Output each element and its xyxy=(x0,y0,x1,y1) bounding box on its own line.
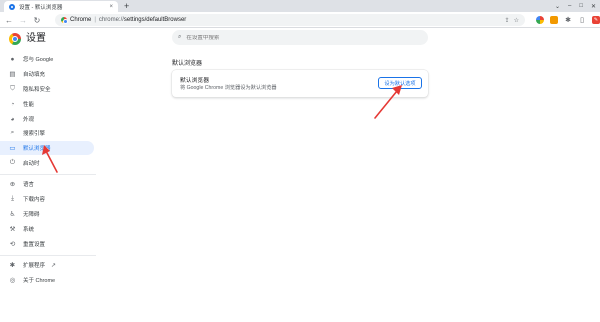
site-label: Chrome xyxy=(70,17,92,23)
sidebar-item-performance[interactable]: ◔ 性能 xyxy=(0,97,94,111)
url-scheme: chrome:// xyxy=(98,17,124,23)
external-link-icon: ↗ xyxy=(51,262,57,269)
maximize-icon[interactable]: □ xyxy=(579,3,583,9)
sidebar-item-label: 外观 xyxy=(23,117,35,123)
search-icon: ⌕ xyxy=(178,34,182,40)
sidebar-item-you-and-google[interactable]: ● 您与 Google xyxy=(0,52,94,66)
search-icon: ⌕ xyxy=(10,129,15,136)
close-window-icon[interactable]: ✕ xyxy=(591,3,596,10)
card-subtitle: 将 Google Chrome 浏览器设为默认浏览器 xyxy=(180,85,277,91)
download-icon: ⤓ xyxy=(11,195,14,202)
sidebar-item-label: 重置设置 xyxy=(23,242,46,248)
chrome-logo-icon xyxy=(9,33,21,45)
shield-icon: ⛉ xyxy=(10,85,15,92)
reload-icon[interactable]: ↻ xyxy=(32,14,42,26)
url-path: settings/defaultBrowser xyxy=(123,17,187,23)
sidebar-item-label: 性能 xyxy=(23,102,35,108)
section-title: 默认浏览器 xyxy=(172,61,203,67)
sidebar-item-label: 自动填充 xyxy=(23,72,46,78)
sidebar-item-about-chrome[interactable]: ◎ 关于 Chrome xyxy=(0,273,94,287)
browser-icon: ▭ xyxy=(9,145,16,152)
share-icon[interactable]: ⇪ xyxy=(505,17,510,24)
globe-icon: ⊕ xyxy=(9,181,16,188)
settings-gear-icon xyxy=(9,3,15,10)
bookmark-star-icon[interactable]: ☆ xyxy=(514,17,519,24)
sidebar-item-label: 搜索引擎 xyxy=(23,131,46,137)
window-controls: ⌄ – □ ✕ xyxy=(555,0,596,12)
sidebar-item-reset[interactable]: ⟲ 重置设置 xyxy=(0,237,94,251)
puzzle-icon: ✱ xyxy=(9,262,16,269)
sidebar-icon[interactable]: ▯ xyxy=(578,16,586,24)
sidebar-item-default-browser[interactable]: ▭ 默认浏览器 xyxy=(0,141,94,155)
minimize-icon[interactable]: – xyxy=(568,3,571,9)
sidebar-item-autofill[interactable]: ▤ 自动填充 xyxy=(0,67,94,81)
sidebar-divider xyxy=(0,174,96,175)
autofill-icon: ▤ xyxy=(9,71,16,78)
palette-icon: ◕ xyxy=(10,115,15,123)
extension-orange-icon[interactable] xyxy=(550,16,558,24)
sidebar-item-label: 系统 xyxy=(23,227,35,233)
search-input[interactable] xyxy=(186,34,407,41)
sidebar-item-on-startup[interactable]: ⏻ 启动时 xyxy=(0,156,94,170)
toolbar: ← → ↻ Chrome | chrome://settings/default… xyxy=(0,12,600,28)
sidebar-item-label: 下载内容 xyxy=(23,197,46,203)
sidebar-item-accessibility[interactable]: ♿ 无障碍 xyxy=(0,207,94,221)
wrench-icon: ⚒ xyxy=(9,226,16,233)
person-icon: ● xyxy=(10,55,15,63)
settings-search[interactable]: ⌕ xyxy=(172,30,428,45)
sidebar-item-appearance[interactable]: ◕ 外观 xyxy=(0,112,94,126)
power-icon: ⏻ xyxy=(9,159,16,166)
sidebar-item-label: 无障碍 xyxy=(23,212,40,218)
chrome-site-icon xyxy=(61,17,68,24)
tab-title: 设置 - 默认浏览器 xyxy=(19,4,63,11)
toolbar-icons: ✱ ▯ ✎ ⋮ xyxy=(536,15,600,25)
puzzle-icon[interactable]: ✱ xyxy=(564,16,572,24)
sidebar-item-extensions[interactable]: ✱ 扩展程序 ↗ xyxy=(0,258,94,272)
tab-settings[interactable]: 设置 - 默认浏览器 × xyxy=(4,1,118,12)
default-browser-card: 默认浏览器 将 Google Chrome 浏览器设为默认浏览器 设为默认选项 xyxy=(172,70,428,97)
sidebar-item-system[interactable]: ⚒ 系统 xyxy=(0,222,94,236)
omnibox-separator: | xyxy=(94,17,96,23)
profile-icon[interactable]: ✎ xyxy=(592,16,600,24)
chrome-icon: ◎ xyxy=(9,277,16,284)
sidebar-item-downloads[interactable]: ⤓ 下载内容 xyxy=(0,192,94,206)
card-title: 默认浏览器 xyxy=(180,78,209,84)
sidebar-item-languages[interactable]: ⊕ 语言 xyxy=(0,177,94,191)
sidebar-item-label: 您与 Google xyxy=(23,57,54,63)
sidebar-divider xyxy=(0,255,96,256)
sidebar-item-label: 扩展程序 xyxy=(23,263,46,269)
google-icon[interactable] xyxy=(536,16,544,24)
sidebar-item-search-engine[interactable]: ⌕ 搜索引擎 xyxy=(0,126,94,140)
sidebar-item-label: 启动时 xyxy=(23,161,40,167)
reset-icon: ⟲ xyxy=(9,241,16,248)
sidebar-item-label: 隐私和安全 xyxy=(23,87,51,93)
new-tab-button[interactable]: + xyxy=(124,0,129,12)
tab-strip: 设置 - 默认浏览器 × + ⌄ – □ ✕ xyxy=(0,0,600,12)
sidebar-item-label: 语言 xyxy=(23,182,35,188)
tab-close-icon[interactable]: × xyxy=(109,4,113,10)
accessibility-icon: ♿ xyxy=(9,211,16,218)
back-icon[interactable]: ← xyxy=(4,14,14,26)
sidebar-item-privacy[interactable]: ⛉ 隐私和安全 xyxy=(0,82,94,96)
sidebar-item-label: 默认浏览器 xyxy=(23,146,51,152)
sidebar-item-label: 关于 Chrome xyxy=(23,278,56,284)
tab-search-icon[interactable]: ⌄ xyxy=(555,3,560,10)
make-default-button[interactable]: 设为默认选项 xyxy=(378,77,422,89)
address-bar[interactable]: Chrome | chrome://settings/defaultBrowse… xyxy=(55,14,525,26)
speedometer-icon: ◔ xyxy=(10,100,15,108)
forward-icon[interactable]: → xyxy=(18,14,28,26)
page-title: 设置 xyxy=(26,33,46,44)
